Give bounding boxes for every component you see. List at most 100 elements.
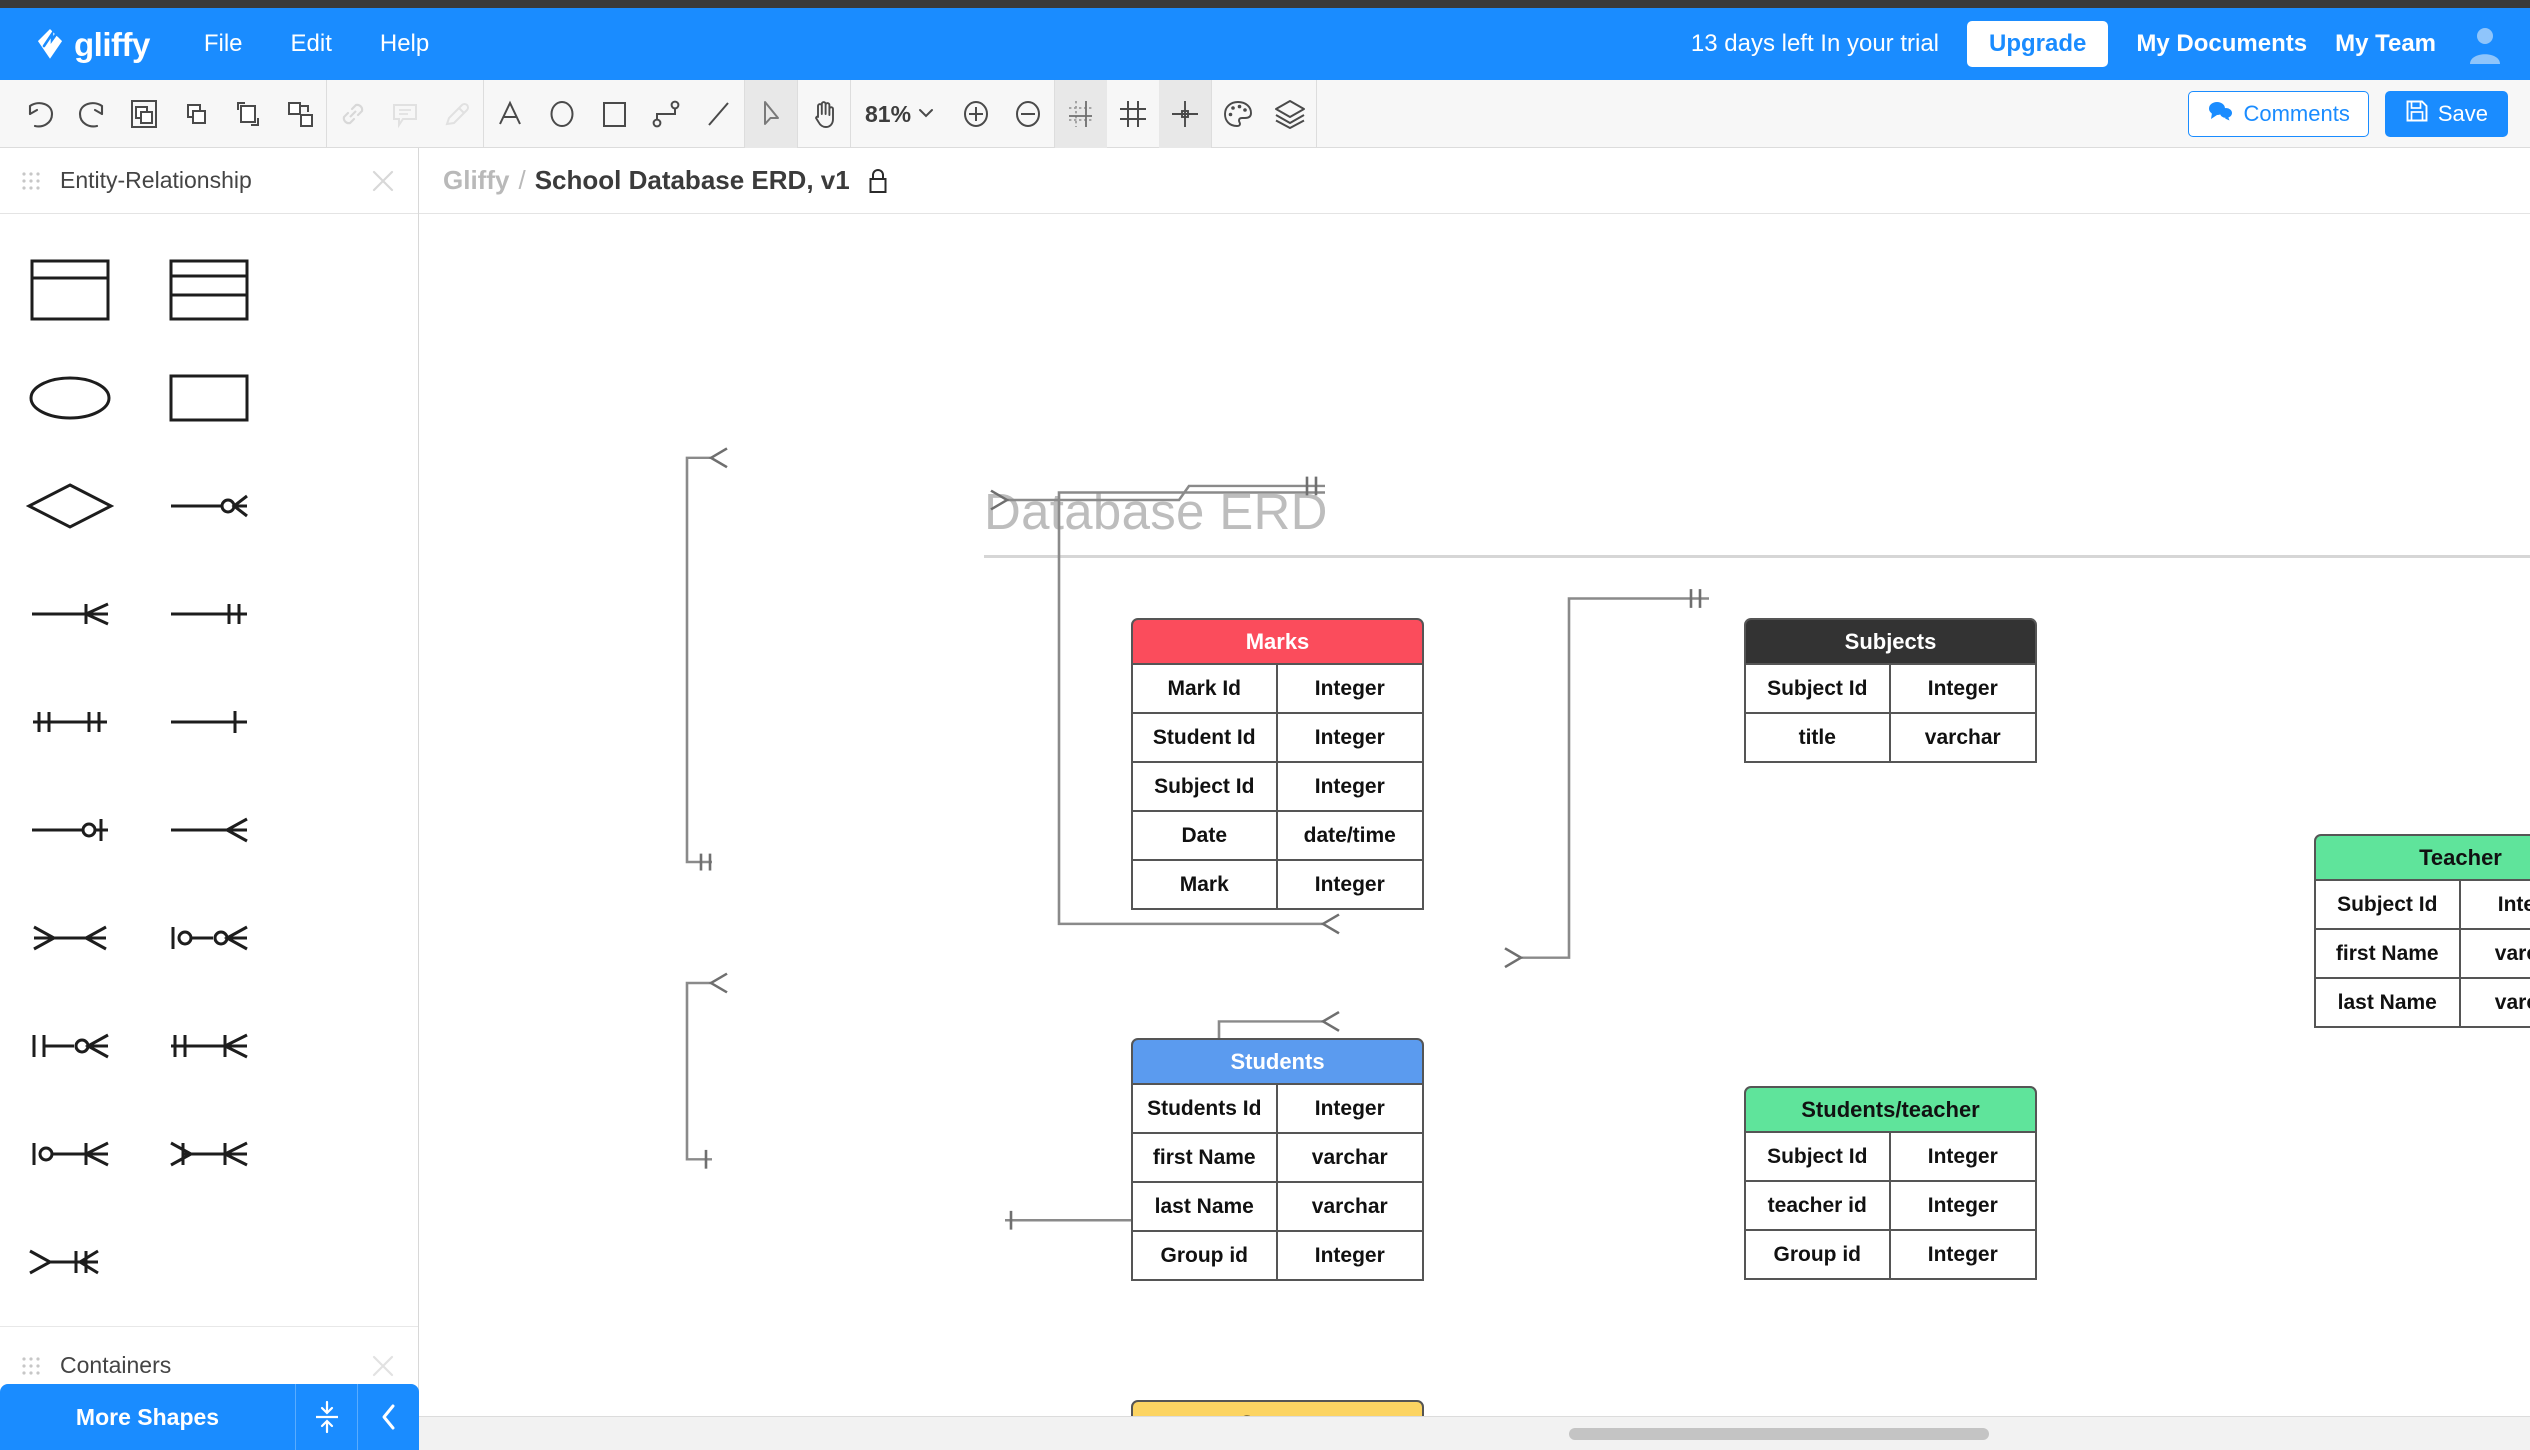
- horizontal-scrollbar-thumb[interactable]: [1569, 1427, 1989, 1440]
- er-conn-m-o-icon[interactable]: [0, 1208, 140, 1316]
- erd-table-row[interactable]: Date date/time: [1131, 812, 1424, 861]
- erd-table-teacher[interactable]: Teacher Subject Id Integer first Name va…: [2314, 834, 2530, 1028]
- ellipse-tool-icon[interactable]: [536, 80, 588, 148]
- erd-table-row[interactable]: last Name varchar: [2314, 979, 2530, 1028]
- erd-field-type: Integer: [1890, 1231, 2037, 1280]
- window-titlebar-strip: [0, 0, 2530, 8]
- zoom-in-icon[interactable]: [950, 80, 1002, 148]
- erd-table-header[interactable]: Subjects: [1744, 618, 2037, 665]
- menu-help[interactable]: Help: [378, 26, 431, 62]
- er-conn-one-one-icon[interactable]: [140, 560, 280, 668]
- erd-field-type: varchar: [1277, 1134, 1424, 1183]
- send-to-back-icon[interactable]: [274, 80, 326, 148]
- er-conn-many-many-icon[interactable]: [0, 884, 140, 992]
- zoom-level-dropdown[interactable]: 81%: [851, 80, 950, 148]
- erd-table-row[interactable]: Subject Id Integer: [2314, 881, 2530, 930]
- er-conn-om-om-icon[interactable]: [140, 992, 280, 1100]
- snap-to-grid-icon[interactable]: [1159, 80, 1212, 148]
- chevron-left-icon[interactable]: [357, 1384, 419, 1450]
- line-tool-icon[interactable]: [692, 80, 744, 148]
- bring-forward-icon[interactable]: [170, 80, 222, 148]
- lock-icon[interactable]: [867, 167, 889, 195]
- upgrade-button[interactable]: Upgrade: [1967, 21, 2109, 67]
- er-conn-zero-many-icon[interactable]: [140, 452, 280, 560]
- link-icon[interactable]: [327, 80, 379, 148]
- bring-to-front-icon[interactable]: [118, 80, 170, 148]
- erd-table-row[interactable]: Subject Id Integer: [1744, 1133, 2037, 1182]
- er-conn-many-icon[interactable]: [140, 776, 280, 884]
- save-button[interactable]: Save: [2384, 90, 2508, 137]
- send-backward-icon[interactable]: [222, 80, 274, 148]
- text-tool-icon[interactable]: [484, 80, 536, 148]
- er-conn-zm-zm-icon[interactable]: [140, 884, 280, 992]
- erd-table-row[interactable]: Subject Id Integer: [1744, 665, 2037, 714]
- guides-icon[interactable]: [1055, 80, 1108, 148]
- erd-table-subjects[interactable]: Subjects Subject Id Integer title varcha…: [1744, 618, 2037, 763]
- grid-icon[interactable]: [1107, 80, 1159, 148]
- close-icon[interactable]: [370, 1353, 396, 1379]
- erd-table-row[interactable]: Mark Id Integer: [1131, 665, 1424, 714]
- palette-icon[interactable]: [1212, 80, 1264, 148]
- erd-table-row[interactable]: Student Id Integer: [1131, 714, 1424, 763]
- gliffy-logo[interactable]: gliffy: [30, 24, 150, 64]
- erd-table-header[interactable]: Students/teacher: [1744, 1086, 2037, 1133]
- drag-grip-icon[interactable]: [20, 1355, 42, 1377]
- layers-icon[interactable]: [1264, 80, 1316, 148]
- comment-icon[interactable]: [379, 80, 431, 148]
- breadcrumb-root-link[interactable]: Gliffy: [443, 165, 509, 196]
- menu-file[interactable]: File: [202, 26, 245, 62]
- rectangle-tool-icon[interactable]: [588, 80, 640, 148]
- erd-table-students-teacher[interactable]: Students/teacher Subject Id Integer teac…: [1744, 1086, 2037, 1280]
- erd-table-row[interactable]: first Name varchar: [2314, 930, 2530, 979]
- eyedropper-icon[interactable]: [431, 80, 483, 148]
- hand-tool-icon[interactable]: [798, 80, 850, 148]
- erd-table-row[interactable]: Group id Integer: [1131, 1232, 1424, 1281]
- erd-table-row[interactable]: Subject Id Integer: [1131, 763, 1424, 812]
- zoom-out-icon[interactable]: [1002, 80, 1054, 148]
- horizontal-scrollbar[interactable]: [419, 1416, 2530, 1450]
- er-table-3row-icon[interactable]: [140, 236, 280, 344]
- document-title[interactable]: School Database ERD, v1: [535, 165, 850, 196]
- er-conn-zo-om-icon[interactable]: [0, 1100, 140, 1208]
- er-conn-one-many-icon[interactable]: [0, 560, 140, 668]
- menu-edit[interactable]: Edit: [289, 26, 334, 62]
- erd-table-students[interactable]: Students Students Id Integer first Name …: [1131, 1038, 1424, 1281]
- diagram-canvas[interactable]: Database ERD Marks Mark Id Integer Stude…: [419, 214, 2530, 1450]
- redo-icon[interactable]: [66, 80, 118, 148]
- my-team-link[interactable]: My Team: [2335, 30, 2436, 58]
- collapse-expand-icon[interactable]: [295, 1384, 357, 1450]
- erd-table-row[interactable]: teacher id Integer: [1744, 1182, 2037, 1231]
- pointer-tool-icon[interactable]: [745, 80, 797, 148]
- panel-header-entity-relationship[interactable]: Entity-Relationship: [0, 148, 418, 214]
- erd-table-row[interactable]: title varchar: [1744, 714, 2037, 763]
- my-documents-link[interactable]: My Documents: [2136, 30, 2307, 58]
- user-avatar-icon[interactable]: [2464, 23, 2506, 65]
- er-conn-one-to-one-icon[interactable]: [0, 668, 140, 776]
- er-conn-one-icon[interactable]: [140, 668, 280, 776]
- toolbar-left-pad: [0, 80, 14, 147]
- er-rectangle-icon[interactable]: [140, 344, 280, 452]
- comments-button[interactable]: Comments: [2188, 90, 2369, 137]
- close-icon[interactable]: [370, 168, 396, 194]
- erd-table-header[interactable]: Marks: [1131, 618, 1424, 665]
- er-conn-zero-one-icon[interactable]: [0, 776, 140, 884]
- connector-tool-icon[interactable]: [640, 80, 692, 148]
- er-table-2row-icon[interactable]: [0, 236, 140, 344]
- erd-table-row[interactable]: last Name varchar: [1131, 1183, 1424, 1232]
- er-conn-om-zm-icon[interactable]: [0, 992, 140, 1100]
- erd-table-row[interactable]: Group id Integer: [1744, 1231, 2037, 1280]
- er-conn-m-om-icon[interactable]: [140, 1100, 280, 1208]
- erd-table-header[interactable]: Students: [1131, 1038, 1424, 1085]
- er-ellipse-icon[interactable]: [0, 344, 140, 452]
- drag-grip-icon[interactable]: [20, 170, 42, 192]
- erd-field-name: Students Id: [1131, 1085, 1278, 1134]
- undo-icon[interactable]: [14, 80, 66, 148]
- more-shapes-button[interactable]: More Shapes: [0, 1384, 295, 1450]
- erd-field-name: Mark: [1131, 861, 1278, 910]
- erd-table-marks[interactable]: Marks Mark Id Integer Student Id Integer…: [1131, 618, 1424, 910]
- erd-table-row[interactable]: first Name varchar: [1131, 1134, 1424, 1183]
- erd-table-row[interactable]: Mark Integer: [1131, 861, 1424, 910]
- erd-table-header[interactable]: Teacher: [2314, 834, 2530, 881]
- erd-table-row[interactable]: Students Id Integer: [1131, 1085, 1424, 1134]
- er-diamond-icon[interactable]: [0, 452, 140, 560]
